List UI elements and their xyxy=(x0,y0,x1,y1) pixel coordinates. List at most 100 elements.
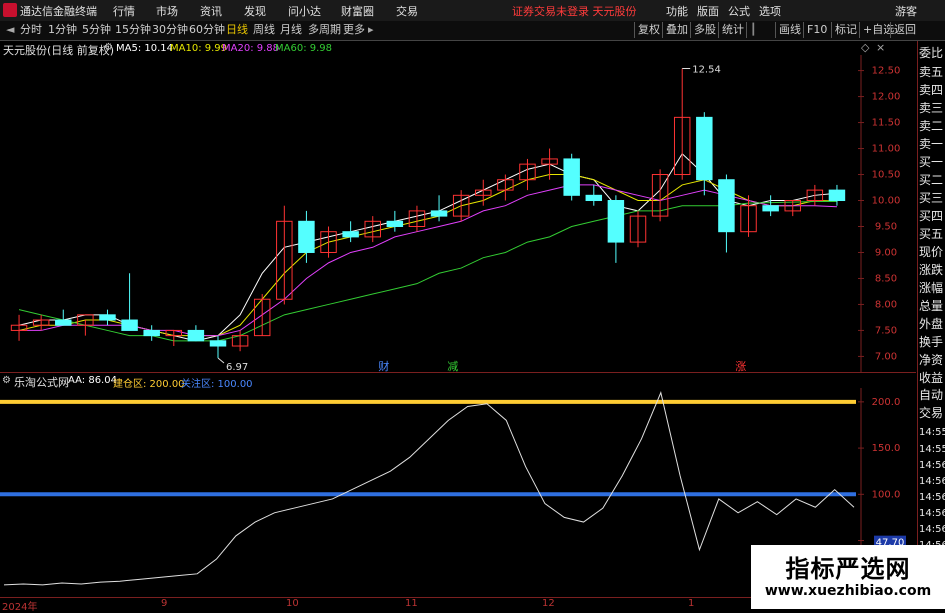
quote-panel-label: 买二 xyxy=(919,173,944,187)
time-axis-label: 2024年 xyxy=(2,602,38,613)
candle-down xyxy=(121,319,138,331)
close-panel-icon[interactable]: × xyxy=(876,41,885,54)
aa-line xyxy=(3,390,855,586)
period-60min[interactable]: 60分钟 xyxy=(187,22,227,38)
indicator-tick-label: 200.0 xyxy=(872,397,901,408)
menu-discover[interactable]: 发现 xyxy=(244,3,266,19)
watermark-box: 指标严选网 www.xuezhibiao.com xyxy=(751,545,945,609)
price-tick-label: 7.50 xyxy=(875,325,897,336)
ma10-legend: MA10: 9.99 xyxy=(170,43,228,54)
candle-down xyxy=(696,116,713,181)
candle-down xyxy=(209,340,227,347)
quote-panel-label: 卖五 xyxy=(919,65,944,79)
f10-button[interactable]: F10 xyxy=(803,22,830,38)
candle-down xyxy=(563,158,580,196)
candle-down xyxy=(585,194,603,202)
period-5min[interactable]: 5分钟 xyxy=(80,22,113,38)
menu-quotes[interactable]: 行情 xyxy=(113,3,135,19)
indicator-legend: ⚙ 乐淘公式网 AA: 86.04 建仓区: 200.00 关注区: 100.0… xyxy=(0,372,916,390)
quote-panel-label: 委比 xyxy=(919,46,944,60)
candle-down xyxy=(55,319,72,326)
main-price-chart: 12.50 12.00 11.50 11.00 10.50 10.00 9.50 9.00 8.… xyxy=(10,55,901,372)
candle-down xyxy=(187,329,205,342)
indicator-tick-label: 150.0 xyxy=(872,443,901,454)
quote-panel-label: 收益 xyxy=(919,371,944,385)
multi-stock-button[interactable]: 多股 xyxy=(690,22,719,38)
menu-wealth-circle[interactable]: 财富圈 xyxy=(341,3,374,19)
legend-settings-icon[interactable]: ⚙ xyxy=(104,42,113,53)
price-tick-label: 7.00 xyxy=(875,351,897,362)
menu-news[interactable]: 资讯 xyxy=(200,3,222,19)
period-30min[interactable]: 30分钟 xyxy=(150,22,190,38)
trade-login-notice[interactable]: 证券交易未登录 天元股份 xyxy=(512,3,637,19)
period-15min[interactable]: 15分钟 xyxy=(113,22,153,38)
period-weekly[interactable]: 周线 xyxy=(251,22,277,38)
period-monthly[interactable]: 月线 xyxy=(278,22,304,38)
time-axis-label: 10 xyxy=(286,598,299,609)
back-button[interactable]: 返回 xyxy=(890,22,919,38)
low-price-label: 6.97 xyxy=(226,362,248,372)
quote-panel-label: 自动 xyxy=(919,388,944,402)
price-tick-label: 11.50 xyxy=(872,118,901,129)
guest-label[interactable]: 游客 xyxy=(895,3,917,19)
price-tick-label: 10.50 xyxy=(872,170,901,181)
period-intraday[interactable]: 分时 xyxy=(18,22,44,38)
diamond-icon[interactable]: ◇ xyxy=(861,41,869,54)
quote-panel-label: 换手 xyxy=(919,335,944,349)
main-chart-legend: 天元股份(日线 前复权) ⚙ MA5: 10.14 MA10: 9.99 MA2… xyxy=(0,41,916,57)
ma10-line xyxy=(18,174,837,337)
toolbar-drag-handle[interactable]: ◄ xyxy=(4,22,16,38)
candle-down xyxy=(607,200,625,243)
draw-line-button[interactable]: 画线 xyxy=(775,22,804,38)
quote-panel-label: 卖四 xyxy=(919,83,944,97)
overlay-button[interactable]: 叠加 xyxy=(662,22,691,38)
mark-button[interactable]: 标记 xyxy=(831,22,860,38)
period-daily[interactable]: 日线 xyxy=(224,22,250,38)
candle-down xyxy=(298,220,315,253)
time-axis-label: 9 xyxy=(161,598,168,609)
statistics-button[interactable]: 统计 xyxy=(718,22,747,38)
quote-panel-label: 买一 xyxy=(919,155,944,169)
menu-market[interactable]: 市场 xyxy=(156,3,178,19)
indicator-tick-label: 100.0 xyxy=(872,489,901,500)
period-more[interactable]: 更多 xyxy=(341,22,367,38)
high-price-label: 12.54 xyxy=(692,65,721,76)
menu-function[interactable]: 功能 xyxy=(666,3,688,19)
candle-down xyxy=(386,220,404,227)
period-multi[interactable]: 多周期 xyxy=(306,22,343,38)
menu-trade[interactable]: 交易 xyxy=(396,3,418,19)
ma60-line xyxy=(18,201,837,342)
quote-panel-label: 买三 xyxy=(919,191,944,205)
ma5-line xyxy=(18,152,837,342)
candle-down xyxy=(342,231,359,238)
quote-panel-label: 涨幅 xyxy=(919,281,944,295)
more-arrow-icon[interactable]: ▸ xyxy=(366,22,376,38)
quote-panel-label: 涨跌 xyxy=(919,263,944,277)
menu-layout[interactable]: 版面 xyxy=(697,3,719,19)
candle-down xyxy=(718,179,735,233)
price-tick-label: 12.50 xyxy=(872,66,901,77)
quote-panel-label: 现价 xyxy=(919,245,944,259)
quote-panel-label: 外盘 xyxy=(919,317,944,331)
menu-options[interactable]: 选项 xyxy=(759,3,781,19)
menu-formula[interactable]: 公式 xyxy=(728,3,750,19)
app-logo-icon xyxy=(3,3,17,17)
time-axis-label: 11 xyxy=(405,598,418,609)
ma20-line xyxy=(19,184,837,337)
app-title: 通达信金融终端 xyxy=(20,5,97,18)
quote-panel-label: 总量 xyxy=(919,299,944,313)
event-marker: 涨 xyxy=(735,360,746,372)
price-tick-label: 9.50 xyxy=(875,221,897,232)
adjust-button[interactable]: 复权 xyxy=(634,22,663,38)
ma20-legend: MA20: 9.88 xyxy=(222,43,280,54)
price-tick-label: 12.00 xyxy=(872,92,901,103)
indicator-aa: AA: 86.04 xyxy=(68,375,117,386)
event-marker: 财 xyxy=(378,359,389,372)
menu-ask[interactable]: 问小达 xyxy=(288,3,321,19)
ma60-legend: MA60: 9.98 xyxy=(275,43,333,54)
price-tick-label: 9.00 xyxy=(875,247,897,258)
price-tick-label: 11.00 xyxy=(872,144,901,155)
period-1min[interactable]: 1分钟 xyxy=(46,22,79,38)
quote-panel-label: 卖二 xyxy=(919,119,944,133)
indicator-settings-icon[interactable]: ⚙ xyxy=(2,375,11,386)
